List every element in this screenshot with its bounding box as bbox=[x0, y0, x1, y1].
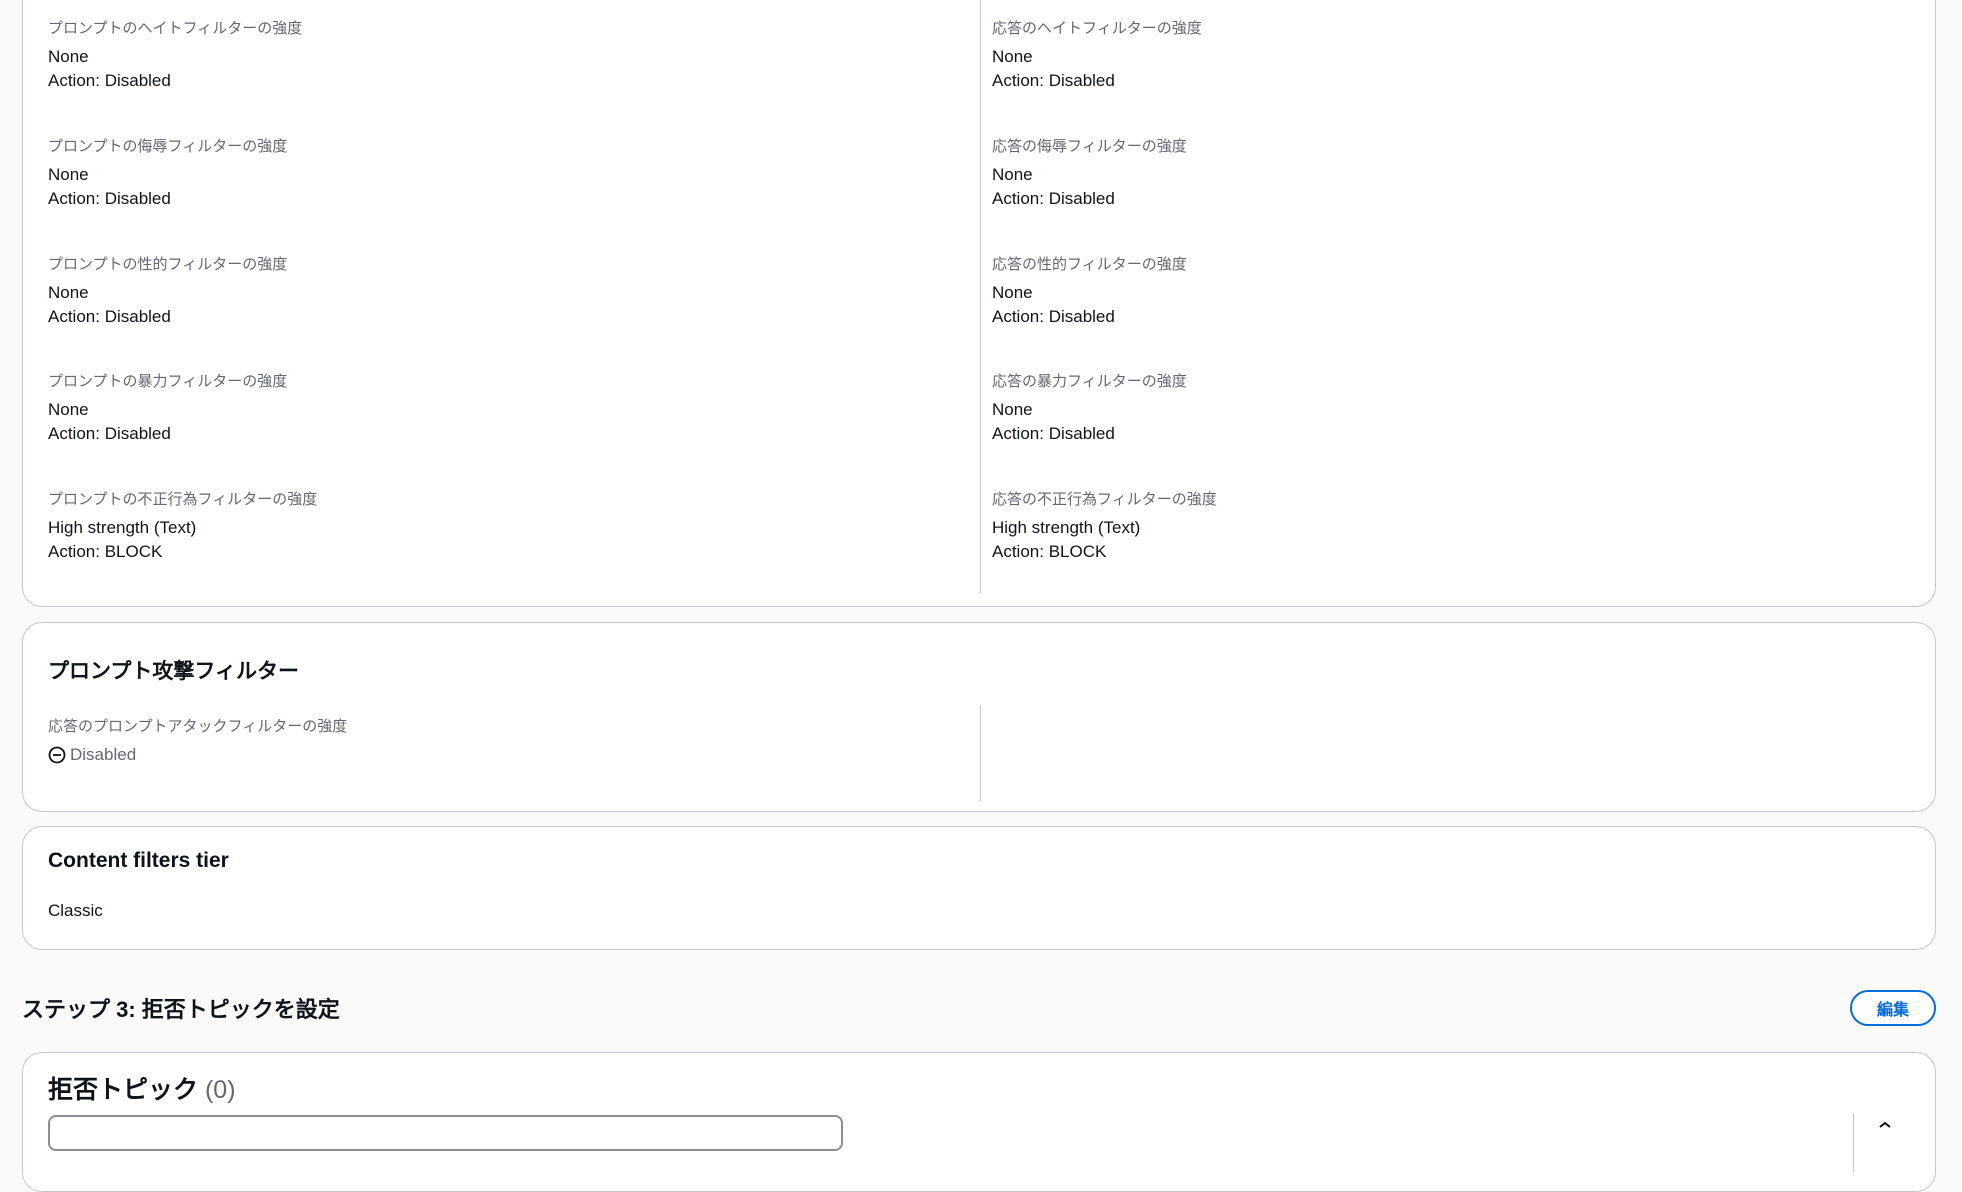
prompt-hate-filter: プロンプトのヘイトフィルターの強度 None Action: Disabled bbox=[48, 19, 302, 93]
status-indicator: Disabled bbox=[48, 743, 347, 767]
filter-label: 応答の性的フィルターの強度 bbox=[992, 256, 1187, 273]
column-divider bbox=[980, 705, 981, 801]
filter-action: Action: Disabled bbox=[992, 189, 1115, 208]
tier-value: Classic bbox=[48, 901, 103, 920]
filter-label: 応答のヘイトフィルターの強度 bbox=[992, 20, 1202, 37]
prompt-misconduct-filter: プロンプトの不正行為フィルターの強度 High strength (Text) … bbox=[48, 490, 317, 564]
section-title: プロンプト攻撃フィルター bbox=[48, 660, 299, 683]
filter-strength: None bbox=[992, 165, 1033, 184]
response-misconduct-filter: 応答の不正行為フィルターの強度 High strength (Text) Act… bbox=[992, 490, 1217, 564]
prompt-violence-filter: プロンプトの暴力フィルターの強度 None Action: Disabled bbox=[48, 372, 287, 446]
content-filters-tier-card: Content filters tier Classic bbox=[22, 826, 1936, 950]
filter-strength: None bbox=[48, 400, 89, 419]
response-sexual-filter: 応答の性的フィルターの強度 None Action: Disabled bbox=[992, 255, 1187, 329]
response-violence-filter: 応答の暴力フィルターの強度 None Action: Disabled bbox=[992, 372, 1187, 446]
filter-action: Action: BLOCK bbox=[992, 542, 1107, 561]
filter-strength: None bbox=[48, 165, 89, 184]
filter-label: プロンプトのヘイトフィルターの強度 bbox=[48, 20, 303, 37]
content-filters-card: プロンプトのヘイトフィルターの強度 None Action: Disabled … bbox=[22, 0, 1936, 607]
search-input[interactable] bbox=[48, 1115, 843, 1151]
denied-topics-title: 拒否トピック (0) bbox=[48, 1070, 236, 1106]
filter-label: プロンプトの侮辱フィルターの強度 bbox=[48, 138, 288, 155]
filter-action: Action: BLOCK bbox=[48, 542, 163, 561]
filter-label: プロンプトの不正行為フィルターの強度 bbox=[48, 491, 318, 508]
prompt-attack-card: プロンプト攻撃フィルター 応答のプロンプトアタックフィルターの強度 Disabl… bbox=[22, 622, 1936, 812]
filter-action: Action: Disabled bbox=[48, 189, 171, 208]
denied-topics-count: (0) bbox=[204, 1076, 236, 1104]
filter-label: 応答の暴力フィルターの強度 bbox=[992, 373, 1187, 390]
toolbar-divider bbox=[1853, 1113, 1854, 1173]
minus-circle-icon bbox=[48, 746, 66, 764]
filter-action: Action: Disabled bbox=[48, 71, 171, 90]
filter-strength: None bbox=[992, 47, 1033, 66]
filter-strength: None bbox=[48, 283, 89, 302]
settings-icon[interactable] bbox=[1879, 1115, 1891, 1133]
prompt-attack-filter: 応答のプロンプトアタックフィルターの強度 Disabled bbox=[48, 717, 347, 767]
edit-button[interactable]: 編集 bbox=[1850, 990, 1936, 1026]
denied-topics-card: 拒否トピック (0) bbox=[22, 1052, 1936, 1192]
column-divider bbox=[980, 0, 981, 593]
filter-action: Action: Disabled bbox=[992, 424, 1115, 443]
filter-action: Action: Disabled bbox=[48, 424, 171, 443]
status-text: Disabled bbox=[70, 745, 137, 764]
response-insult-filter: 応答の侮辱フィルターの強度 None Action: Disabled bbox=[992, 137, 1187, 211]
filter-label: プロンプトの暴力フィルターの強度 bbox=[48, 373, 288, 390]
filter-label: 応答の侮辱フィルターの強度 bbox=[992, 138, 1187, 155]
filter-strength: None bbox=[992, 400, 1033, 419]
step-3-header: ステップ 3: 拒否トピックを設定 bbox=[22, 997, 340, 1022]
filter-action: Action: Disabled bbox=[992, 71, 1115, 90]
filter-action: Action: Disabled bbox=[48, 307, 171, 326]
filter-label: プロンプトの性的フィルターの強度 bbox=[48, 256, 288, 273]
section-title: Content filters tier bbox=[48, 849, 229, 872]
prompt-sexual-filter: プロンプトの性的フィルターの強度 None Action: Disabled bbox=[48, 255, 287, 329]
filter-strength: High strength (Text) bbox=[48, 518, 197, 537]
filter-strength: High strength (Text) bbox=[992, 518, 1141, 537]
response-hate-filter: 応答のヘイトフィルターの強度 None Action: Disabled bbox=[992, 19, 1202, 93]
filter-label: 応答のプロンプトアタックフィルターの強度 bbox=[48, 718, 348, 735]
filter-strength: None bbox=[992, 283, 1033, 302]
denied-topics-title-text: 拒否トピック bbox=[48, 1076, 199, 1104]
filter-label: 応答の不正行為フィルターの強度 bbox=[992, 491, 1217, 508]
prompt-insult-filter: プロンプトの侮辱フィルターの強度 None Action: Disabled bbox=[48, 137, 287, 211]
filter-action: Action: Disabled bbox=[992, 307, 1115, 326]
filter-strength: None bbox=[48, 47, 89, 66]
